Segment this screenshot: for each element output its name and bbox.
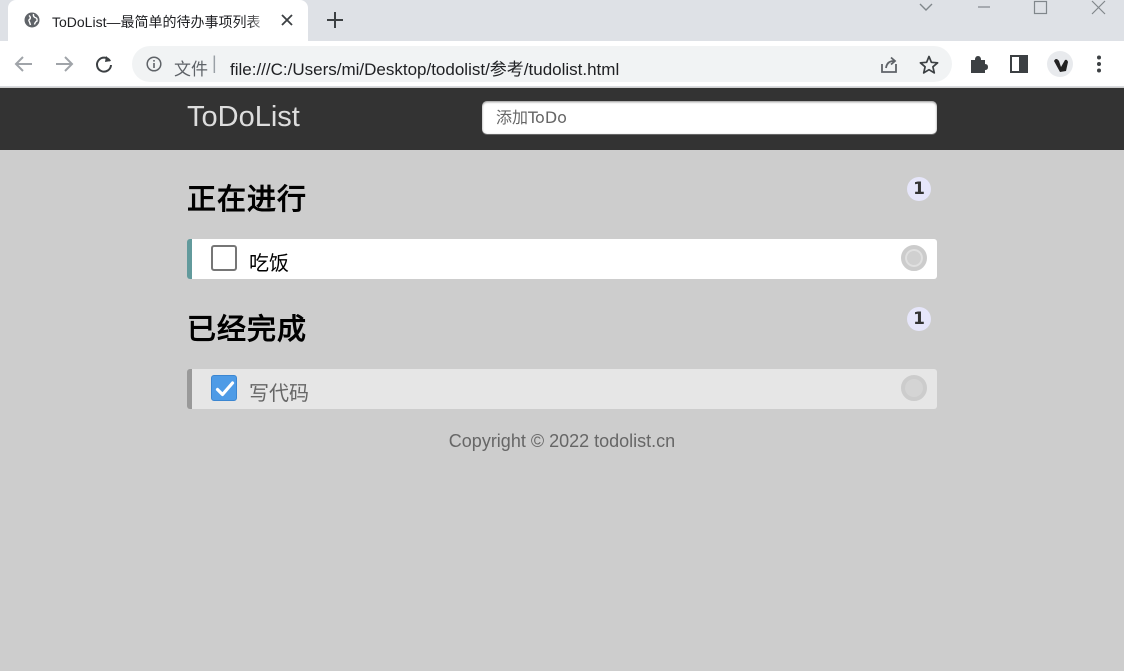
browser-tab-strip: ToDoList—最简单的待办事项列表	[0, 0, 1124, 41]
browser-tab[interactable]: ToDoList—最简单的待办事项列表	[8, 0, 308, 41]
doing-count-badge: 1	[907, 177, 931, 201]
app-title: ToDoList	[187, 101, 300, 133]
globe-icon	[24, 12, 40, 28]
done-item-text: 写代码	[249, 381, 309, 405]
done-checkbox[interactable]	[211, 375, 237, 401]
share-icon[interactable]	[878, 54, 900, 76]
forward-arrow-icon[interactable]	[53, 53, 75, 75]
extensions-puzzle-icon[interactable]	[968, 53, 990, 75]
browser-toolbar: 文件 | file:///C:/Users/mi/Desktop/todolis…	[0, 41, 1124, 87]
app-header: ToDoList	[0, 88, 1124, 150]
info-icon[interactable]	[146, 56, 162, 72]
todo-item[interactable]: 吃饭	[187, 239, 937, 279]
window-close-icon[interactable]	[1078, 0, 1118, 16]
tab-search-chevron-icon[interactable]	[906, 0, 946, 16]
done-section-title: 已经完成	[187, 312, 308, 346]
doing-section-title: 正在进行	[187, 182, 308, 216]
done-item[interactable]: 写代码	[187, 369, 937, 409]
address-separator: |	[212, 53, 217, 73]
minimize-icon[interactable]	[964, 0, 1004, 16]
footer-copyright: Copyright © 2022 todolist.cn	[448, 431, 676, 451]
profile-picture	[1054, 59, 1068, 72]
delete-done-button[interactable]	[901, 375, 927, 401]
address-bar[interactable]: 文件 | file:///C:/Users/mi/Desktop/todolis…	[132, 46, 952, 82]
todo-item-text: 吃饭	[249, 251, 289, 275]
close-icon[interactable]	[278, 11, 296, 29]
url-text[interactable]: file:///C:/Users/mi/Desktop/todolist/参考/…	[230, 55, 619, 80]
new-tab-plus-icon[interactable]	[324, 9, 346, 31]
maximize-icon[interactable]	[1020, 0, 1060, 16]
kebab-menu-icon[interactable]	[1088, 53, 1110, 75]
reload-icon[interactable]	[93, 53, 115, 75]
done-count-badge: 1	[907, 307, 931, 331]
tab-title: ToDoList—最简单的待办事项列表	[52, 14, 261, 30]
bookmark-star-icon[interactable]	[918, 54, 940, 76]
file-scheme-label: 文件	[174, 60, 208, 79]
side-panel-icon[interactable]	[1008, 53, 1030, 75]
checkmark-icon	[215, 381, 235, 397]
back-arrow-icon[interactable]	[13, 53, 35, 75]
delete-todo-button[interactable]	[901, 245, 927, 271]
todo-checkbox[interactable]	[211, 245, 237, 271]
profile-avatar[interactable]	[1047, 51, 1073, 77]
add-todo-input[interactable]	[482, 101, 937, 134]
